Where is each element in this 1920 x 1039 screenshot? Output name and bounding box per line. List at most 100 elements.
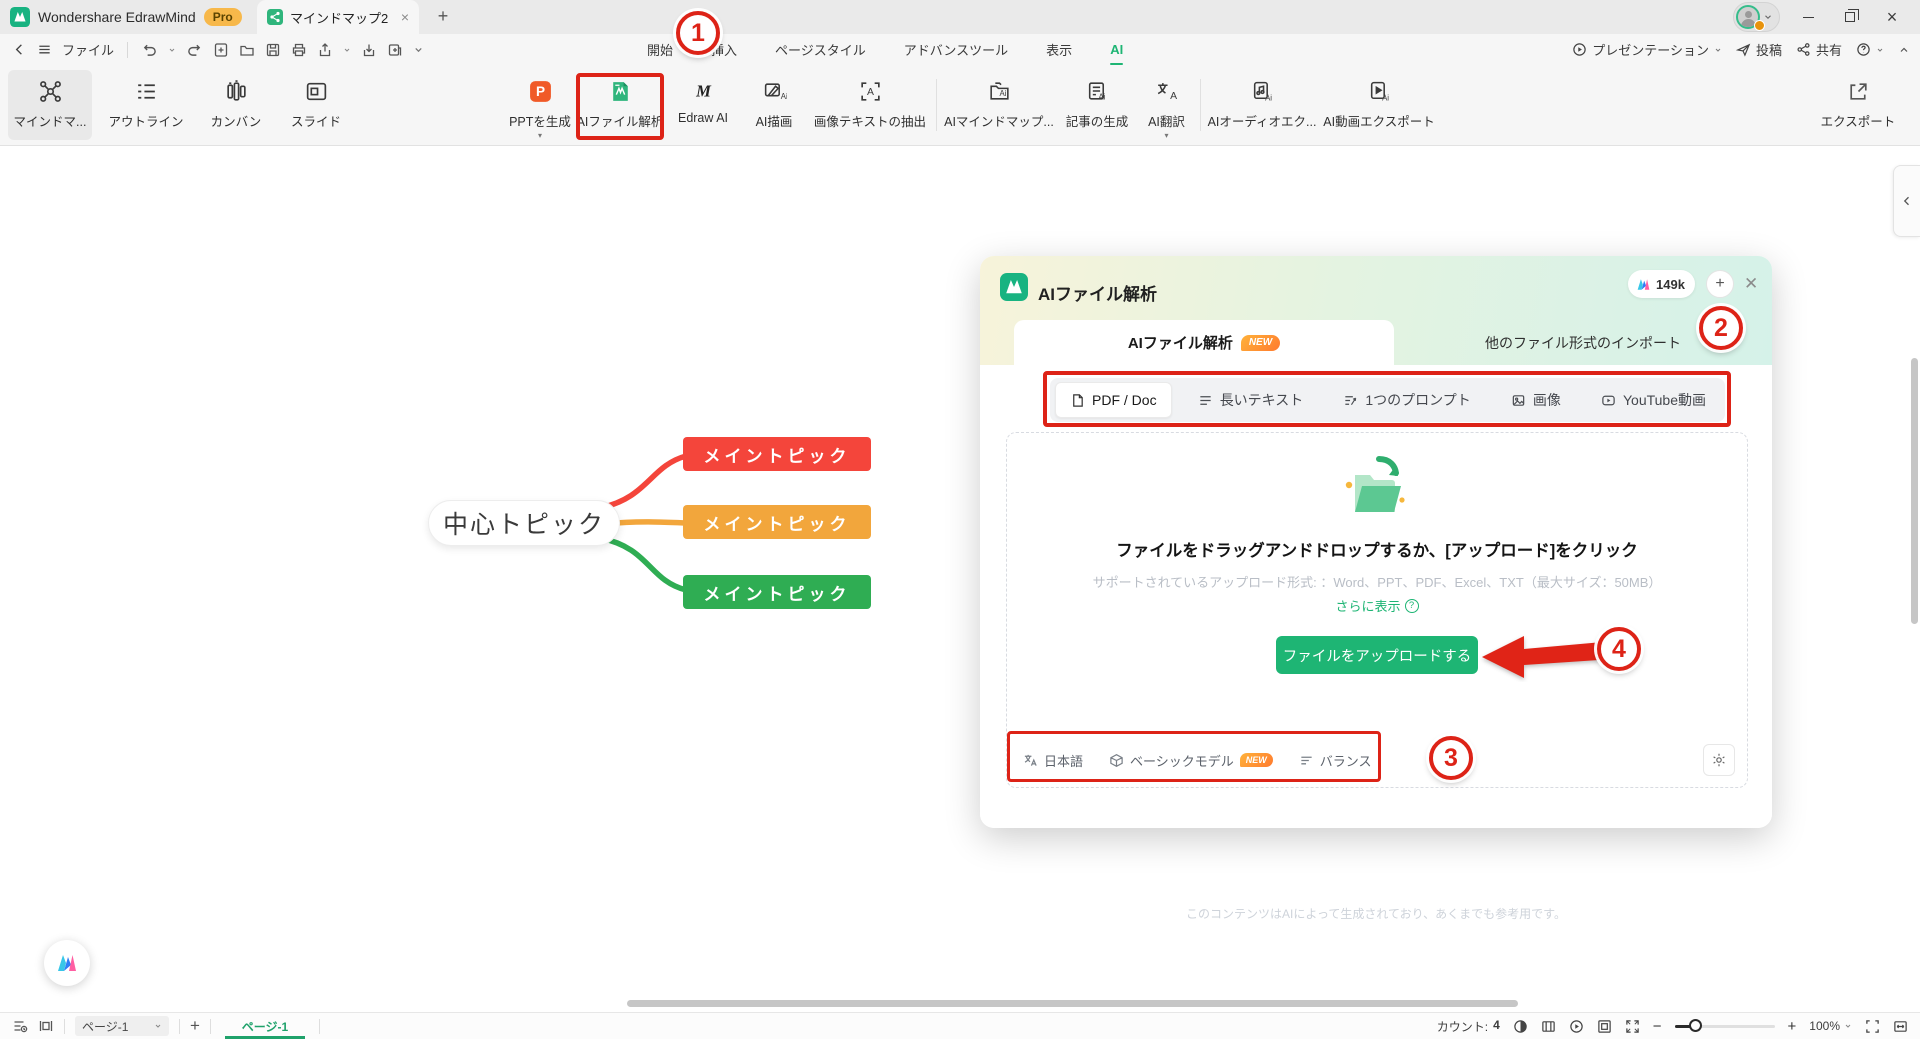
main-topic-node-orange[interactable]: メイントピック	[683, 505, 871, 539]
zoom-in-button[interactable]: +	[1788, 1018, 1797, 1035]
hamburger-icon[interactable]	[37, 42, 52, 57]
source-tab-image[interactable]: 画像	[1497, 382, 1575, 418]
maximize-button[interactable]	[1836, 9, 1864, 26]
export-icon[interactable]	[317, 42, 333, 58]
balance-option[interactable]: バランス	[1299, 751, 1372, 770]
zoom-slider-knob[interactable]	[1689, 1019, 1702, 1032]
main-topic-node-green[interactable]: メイントピック	[683, 575, 871, 609]
export-dropdown-icon[interactable]	[343, 46, 351, 54]
fit-window-icon[interactable]	[1597, 1019, 1612, 1034]
menu-item-view[interactable]: 表示	[1044, 38, 1074, 61]
source-tab-youtube[interactable]: YouTube動画	[1587, 382, 1720, 418]
vertical-scrollbar[interactable]	[1911, 358, 1918, 624]
add-tokens-button[interactable]: +	[1706, 270, 1734, 298]
fit-width-icon[interactable]	[1893, 1019, 1908, 1034]
post-button[interactable]: 投稿	[1736, 40, 1782, 59]
article-generate-button[interactable]: Ai 記事の生成	[1061, 70, 1133, 140]
import-icon[interactable]	[361, 42, 377, 58]
token-balance[interactable]: 149k	[1628, 270, 1695, 298]
tab-close-icon[interactable]: ×	[401, 9, 409, 25]
print-icon[interactable]	[291, 42, 307, 58]
language-option[interactable]: 日本語	[1023, 751, 1083, 770]
back-icon[interactable]	[12, 42, 27, 57]
file-menu[interactable]: ファイル	[62, 40, 114, 59]
chevron-down-icon	[1876, 46, 1884, 54]
svg-text:M: M	[695, 82, 712, 101]
menu-item-advanced[interactable]: アドバンスツール	[902, 38, 1010, 61]
menu-item-insert[interactable]: 挿入	[709, 38, 739, 61]
collapsed-panel-tab[interactable]	[1893, 165, 1920, 237]
save-as-icon[interactable]	[387, 42, 403, 58]
collapse-ribbon-icon[interactable]	[1898, 44, 1910, 56]
show-more-link[interactable]: さらに表示 ?	[1007, 596, 1747, 615]
share-button[interactable]: 共有	[1796, 40, 1842, 59]
view-kanban-button[interactable]: カンバン	[200, 70, 272, 140]
edrawmind-logo-icon	[10, 7, 30, 27]
export-button[interactable]: エクスポート	[1812, 70, 1904, 140]
page-spread-icon[interactable]	[1541, 1019, 1556, 1034]
presentation-icon	[1572, 42, 1587, 57]
fullscreen-icon[interactable]	[1865, 1019, 1880, 1034]
source-tab-pdf-doc[interactable]: PDF / Doc	[1055, 382, 1172, 418]
dialog-title: AIファイル解析	[1038, 280, 1157, 305]
ppt-generate-button[interactable]: P PPTを生成 ▾	[508, 70, 572, 140]
undo-dropdown-icon[interactable]	[168, 46, 176, 54]
settings-button[interactable]	[1703, 744, 1735, 776]
page-select-dropdown[interactable]: ページ-1	[75, 1016, 169, 1036]
dialog-close-icon[interactable]: ✕	[1744, 274, 1758, 294]
help-button[interactable]	[1856, 42, 1884, 57]
presentation-button[interactable]: プレゼンテーション	[1572, 40, 1722, 59]
account-menu[interactable]	[1733, 2, 1780, 32]
ai-video-export-button[interactable]: Ai AI動画エクスポート	[1323, 70, 1435, 140]
ai-mindmap-button[interactable]: Ai AIマインドマップ...	[943, 70, 1055, 140]
upload-dropzone[interactable]: ファイルをドラッグアンドドロップするか、[アップロード]をクリック サポートされ…	[1006, 432, 1748, 788]
horizontal-scrollbar[interactable]	[627, 1000, 1518, 1007]
image-text-extract-button[interactable]: A 画像テキストの抽出	[810, 70, 930, 140]
menu-item-pagestyle[interactable]: ページスタイル	[773, 38, 868, 61]
board-view-icon[interactable]	[38, 1018, 54, 1034]
open-folder-icon[interactable]	[239, 42, 255, 58]
outline-panel-icon[interactable]	[12, 1018, 28, 1034]
minimize-button[interactable]	[1794, 9, 1822, 26]
page-tab[interactable]: ページ-1	[221, 1013, 309, 1039]
model-option[interactable]: ベーシックモデル NEW	[1109, 751, 1273, 770]
view-outline-button[interactable]: アウトライン	[100, 70, 192, 140]
view-mindmap-button[interactable]: マインドマ...	[8, 70, 92, 140]
expand-icon[interactable]	[1625, 1019, 1640, 1034]
document-tab[interactable]: マインドマップ2 ×	[257, 0, 419, 34]
source-tab-long-text[interactable]: 長いテキスト	[1184, 382, 1318, 418]
ai-file-analysis-button[interactable]: AIファイル解析	[578, 70, 662, 140]
tab-ai-file-analysis[interactable]: AIファイル解析 NEW	[1014, 320, 1394, 365]
ai-translate-button[interactable]: A AI翻訳 ▾	[1139, 70, 1194, 140]
ai-audio-export-button[interactable]: Ai AIオーディオエク...	[1207, 70, 1317, 140]
zoom-out-button[interactable]: −	[1653, 1018, 1662, 1035]
dialog-header: AIファイル解析 149k + ✕ AIファイル解析 NEW 他のファイル形式の…	[980, 256, 1772, 365]
presentation-play-icon[interactable]	[1569, 1019, 1584, 1034]
upload-file-button[interactable]: ファイルをアップロードする	[1276, 636, 1478, 674]
undo-icon[interactable]	[141, 42, 158, 57]
svg-text:P: P	[535, 84, 544, 99]
main-topic-node-red[interactable]: メイントピック	[683, 437, 871, 471]
more-icon[interactable]	[413, 44, 424, 55]
menu-item-start[interactable]: 開始	[645, 38, 675, 61]
tab-other-file-import[interactable]: 他のファイル形式のインポート	[1394, 320, 1772, 365]
source-tab-one-prompt[interactable]: 1つのプロンプト	[1329, 382, 1484, 418]
view-slide-button[interactable]: スライド	[280, 70, 352, 140]
menu-item-ai[interactable]: AI	[1108, 40, 1125, 59]
ai-assistant-fab[interactable]	[44, 940, 90, 986]
close-button[interactable]: ×	[1878, 7, 1906, 28]
zoom-level[interactable]: 100%	[1809, 1019, 1852, 1033]
chevron-down-icon	[1763, 12, 1773, 22]
redo-icon[interactable]	[186, 42, 203, 57]
ai-draw-button[interactable]: Ai AI描画	[744, 70, 804, 140]
video-export-icon: Ai	[1367, 79, 1392, 104]
central-topic-node[interactable]: 中心トピック	[428, 500, 620, 546]
new-file-icon[interactable]	[213, 42, 229, 58]
zoom-slider[interactable]	[1675, 1025, 1775, 1028]
save-icon[interactable]	[265, 42, 281, 58]
add-page-button[interactable]: +	[190, 1016, 200, 1036]
svg-text:Ai: Ai	[1265, 93, 1272, 102]
theme-contrast-icon[interactable]	[1513, 1019, 1528, 1034]
edraw-ai-button[interactable]: M Edraw AI	[668, 70, 738, 140]
new-tab-icon[interactable]: +	[432, 6, 454, 27]
